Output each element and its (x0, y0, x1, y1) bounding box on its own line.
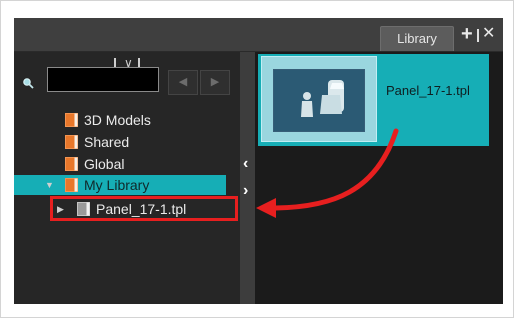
expand-arrow-icon[interactable]: ▼ (45, 175, 54, 195)
arrow-right-icon[interactable]: ▶ (200, 70, 230, 95)
tree-item-label: 3D Models (84, 112, 151, 128)
chevron-left-icon[interactable]: ‹ (243, 156, 255, 172)
tree-item-label: Global (84, 156, 125, 172)
tree-item-3d-models[interactable]: 3D Models (14, 110, 240, 130)
library-tree-pane: ∨ ◀ ▶ 3D Models Shared Global ▼ My Libra… (14, 52, 240, 304)
library-panel: Library + ✕ ∨ ◀ ▶ 3D Models Shared Globa… (14, 18, 503, 304)
book-icon (65, 135, 78, 149)
chevron-right-icon[interactable]: › (243, 183, 255, 199)
close-icon[interactable]: ✕ (482, 26, 496, 42)
highlight-box (50, 196, 238, 221)
magnifier-icon[interactable] (22, 77, 36, 91)
pane-splitter[interactable] (240, 52, 255, 304)
tree-item-label: Shared (84, 134, 130, 150)
search-input[interactable] (47, 67, 159, 92)
library-tab[interactable]: Library (380, 26, 454, 51)
tree-item-global[interactable]: Global (14, 154, 240, 174)
tab-separator (477, 29, 479, 42)
book-icon (65, 113, 78, 127)
book-icon (65, 178, 78, 192)
book-icon (65, 157, 78, 171)
tree-item-shared[interactable]: Shared (14, 132, 240, 152)
template-thumbnail[interactable] (273, 69, 365, 132)
template-item-label: Panel_17-1.tpl (386, 83, 470, 98)
plus-icon[interactable]: + (461, 24, 475, 44)
panel-title-bar: Library + ✕ (14, 18, 503, 52)
tree-item-label: My Library (84, 177, 150, 193)
tree-item-my-library[interactable]: ▼ My Library (14, 175, 226, 195)
template-thumbnail-art (274, 70, 364, 131)
arrow-left-icon[interactable]: ◀ (168, 70, 198, 95)
